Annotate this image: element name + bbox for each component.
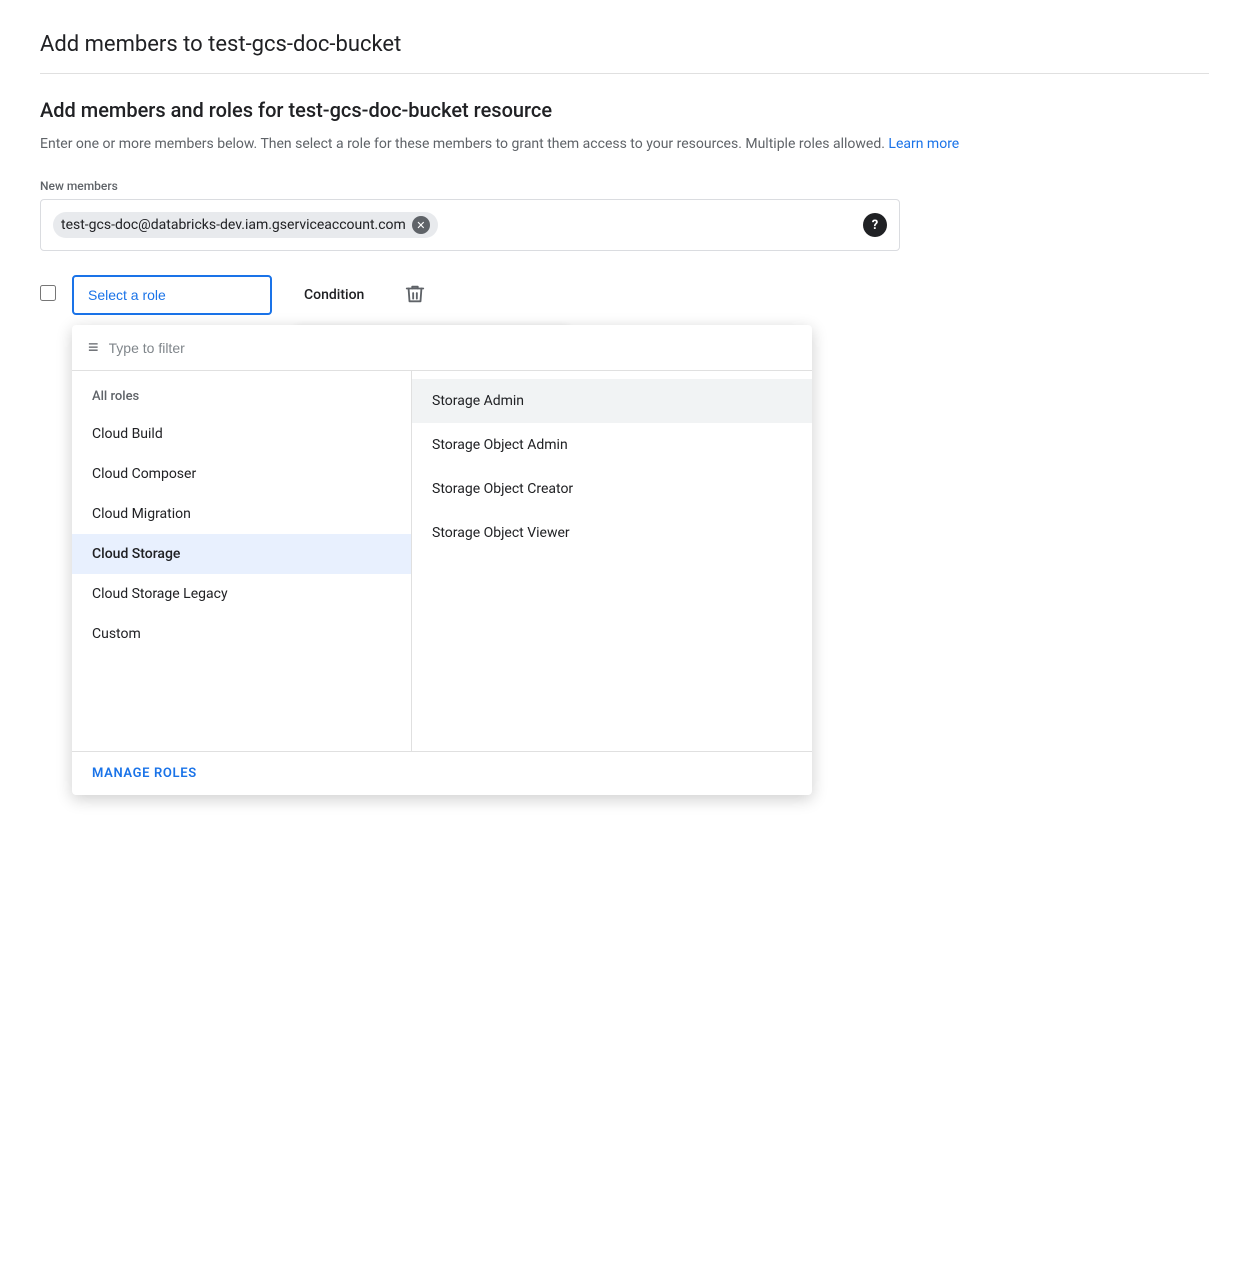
chip-close-icon[interactable]: ✕ bbox=[412, 216, 430, 234]
filter-icon: ≡ bbox=[88, 337, 99, 358]
members-input-box[interactable]: test-gcs-doc@databricks-dev.iam.gservice… bbox=[40, 199, 900, 251]
delete-role-button[interactable] bbox=[396, 275, 434, 318]
member-email: test-gcs-doc@databricks-dev.iam.gservice… bbox=[61, 217, 406, 233]
category-cloud-storage-legacy[interactable]: Cloud Storage Legacy bbox=[72, 574, 411, 614]
manage-roles-button[interactable]: MANAGE ROLES bbox=[72, 751, 812, 795]
role-selector-area: Select a role ≡ All roles Cloud Build Cl… bbox=[72, 275, 272, 315]
categories-panel: All roles Cloud Build Cloud Composer Clo… bbox=[72, 371, 412, 751]
role-storage-object-viewer[interactable]: Storage Object Viewer bbox=[412, 511, 812, 555]
learn-more-link[interactable]: Learn more bbox=[888, 136, 959, 152]
page-description: Enter one or more members below. Then se… bbox=[40, 134, 1209, 155]
role-storage-object-admin[interactable]: Storage Object Admin bbox=[412, 423, 812, 467]
category-cloud-build[interactable]: Cloud Build bbox=[72, 414, 411, 454]
member-chip: test-gcs-doc@databricks-dev.iam.gservice… bbox=[53, 212, 438, 238]
roles-panel: Storage Admin Storage Object Admin Stora… bbox=[412, 371, 812, 751]
members-label: New members bbox=[40, 179, 1209, 193]
category-cloud-migration[interactable]: Cloud Migration bbox=[72, 494, 411, 534]
all-roles-header: All roles bbox=[72, 379, 411, 414]
role-storage-object-creator[interactable]: Storage Object Creator bbox=[412, 467, 812, 511]
role-checkbox[interactable] bbox=[40, 285, 56, 301]
select-role-button[interactable]: Select a role bbox=[72, 275, 272, 315]
members-section: New members test-gcs-doc@databricks-dev.… bbox=[40, 179, 1209, 251]
trash-icon bbox=[404, 283, 426, 305]
filter-input[interactable] bbox=[109, 340, 796, 356]
category-custom[interactable]: Custom bbox=[72, 614, 411, 654]
page-title: Add members to test-gcs-doc-bucket bbox=[40, 32, 1209, 74]
role-storage-admin[interactable]: Storage Admin bbox=[412, 379, 812, 423]
section-title: Add members and roles for test-gcs-doc-b… bbox=[40, 98, 1209, 122]
role-dropdown: ≡ All roles Cloud Build Cloud Composer C… bbox=[72, 325, 812, 795]
dropdown-body: All roles Cloud Build Cloud Composer Clo… bbox=[72, 371, 812, 751]
help-icon[interactable]: ? bbox=[863, 213, 887, 237]
condition-label: Condition bbox=[288, 275, 380, 315]
category-cloud-composer[interactable]: Cloud Composer bbox=[72, 454, 411, 494]
role-row: Select a role ≡ All roles Cloud Build Cl… bbox=[40, 275, 1209, 318]
category-cloud-storage[interactable]: Cloud Storage bbox=[72, 534, 411, 574]
filter-row: ≡ bbox=[72, 325, 812, 371]
